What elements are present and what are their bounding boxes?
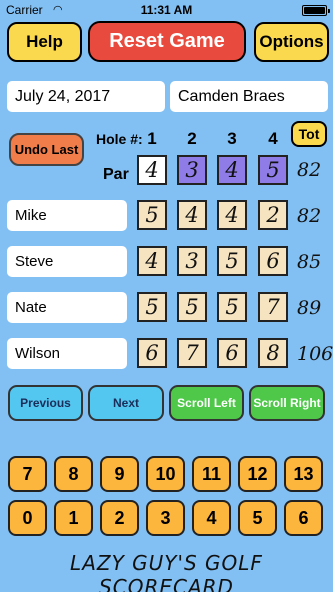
score-cell[interactable]: 7: [177, 338, 207, 368]
next-button[interactable]: Next: [88, 385, 164, 421]
date-field[interactable]: July 24, 2017: [7, 81, 165, 112]
keypad-key[interactable]: 0: [8, 500, 47, 536]
keypad-key[interactable]: 12: [238, 456, 277, 492]
par-label: Par: [103, 166, 129, 183]
undo-last-button[interactable]: Undo Last: [9, 133, 84, 166]
keypad-key[interactable]: 11: [192, 456, 231, 492]
keypad-key[interactable]: 4: [192, 500, 231, 536]
hole-number: 2: [187, 129, 197, 148]
score-cell[interactable]: 8: [258, 338, 288, 368]
total-button[interactable]: Tot: [291, 121, 327, 147]
score-cell[interactable]: 4: [177, 200, 207, 230]
score-cell[interactable]: 5: [137, 200, 167, 230]
score-cell[interactable]: 5: [217, 246, 247, 276]
app-title-footer: LAZY GUY'S GOLF SCORECARD: [70, 551, 263, 592]
keypad-key[interactable]: 3: [146, 500, 185, 536]
scroll-left-button[interactable]: Scroll Left: [169, 385, 244, 421]
keypad-key[interactable]: 9: [100, 456, 139, 492]
keypad-key[interactable]: 8: [54, 456, 93, 492]
par-cell[interactable]: 4: [137, 155, 167, 185]
score-cell[interactable]: 3: [177, 246, 207, 276]
keypad-key[interactable]: 6: [284, 500, 323, 536]
score-cell[interactable]: 5: [217, 292, 247, 322]
reset-game-button[interactable]: Reset Game: [88, 21, 246, 62]
battery-icon: [302, 5, 330, 16]
player-name-field[interactable]: Wilson: [7, 338, 127, 369]
player-total: 106: [297, 343, 333, 365]
score-cell[interactable]: 4: [217, 200, 247, 230]
previous-button[interactable]: Previous: [8, 385, 83, 421]
options-button[interactable]: Options: [254, 22, 329, 62]
hole-number: 3: [227, 129, 237, 148]
score-cell[interactable]: 4: [137, 246, 167, 276]
score-cell[interactable]: 6: [137, 338, 167, 368]
scroll-right-button[interactable]: Scroll Right: [249, 385, 325, 421]
course-field[interactable]: Camden Braes: [170, 81, 328, 112]
status-bar: Carrier ◠ 11:31 AM: [0, 0, 333, 20]
player-total: 82: [297, 205, 322, 227]
par-cell[interactable]: 5: [258, 155, 288, 185]
status-time: 11:31 AM: [140, 3, 193, 17]
score-cell[interactable]: 6: [217, 338, 247, 368]
player-name-field[interactable]: Steve: [7, 246, 127, 277]
help-button[interactable]: Help: [7, 22, 82, 62]
keypad-key[interactable]: 10: [146, 456, 185, 492]
player-total: 85: [297, 251, 322, 273]
keypad-key[interactable]: 13: [284, 456, 323, 492]
keypad-key[interactable]: 2: [100, 500, 139, 536]
hole-label: Hole #:: [96, 131, 143, 147]
par-cell[interactable]: 4: [217, 155, 247, 185]
score-cell[interactable]: 5: [137, 292, 167, 322]
player-total: 89: [297, 297, 322, 319]
keypad-key[interactable]: 1: [54, 500, 93, 536]
score-cell[interactable]: 6: [258, 246, 288, 276]
player-name-field[interactable]: Nate: [7, 292, 127, 323]
par-total: 82: [297, 159, 322, 181]
hole-number: 4: [268, 129, 278, 148]
keypad-key[interactable]: 7: [8, 456, 47, 492]
score-cell[interactable]: 5: [177, 292, 207, 322]
par-cell[interactable]: 3: [177, 155, 207, 185]
score-cell[interactable]: 2: [258, 200, 288, 230]
hole-number: 1: [147, 129, 157, 148]
keypad-key[interactable]: 5: [238, 500, 277, 536]
player-name-field[interactable]: Mike: [7, 200, 127, 231]
score-cell[interactable]: 7: [258, 292, 288, 322]
